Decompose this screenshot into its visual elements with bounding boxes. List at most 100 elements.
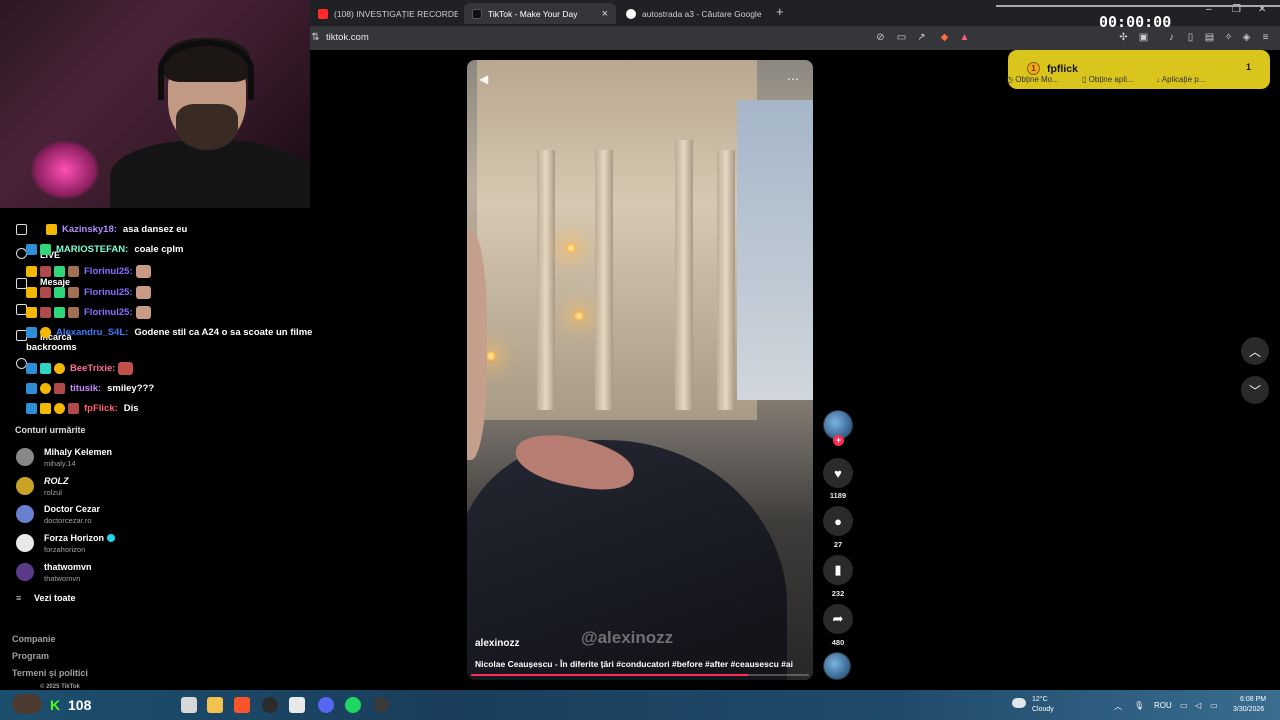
site-info-icon[interactable]: ⇅ [310,32,321,43]
following-account[interactable]: ROLZ rolzul [16,476,276,500]
fpflick-action[interactable]: ↓ Aplicație p... [1156,75,1205,84]
video-progress-fill [471,674,749,676]
account-handle: doctorcezar.ro [44,516,92,525]
chat-username[interactable]: Florinul25: [84,266,133,277]
column [595,150,613,410]
store-icon[interactable] [289,697,305,713]
coin-badge-icon [40,327,51,338]
clock-icon: ◷ [1006,75,1016,84]
footer-link-terms[interactable]: Termeni și politici [12,668,88,678]
file-explorer-icon[interactable] [207,697,223,713]
fpflick-action[interactable]: ▯ Obține apli... [1082,75,1134,84]
chat-username[interactable]: Alexandru_S4L: [56,327,128,338]
comment-icon: ● [834,513,842,529]
chat-username[interactable]: Florinul25: [84,287,133,298]
share-button[interactable]: ➦ [823,604,853,634]
following-account[interactable]: thatwomvn thatwomvn [16,562,276,586]
screenshot-icon[interactable]: ▣ [1138,32,1149,43]
display-icon[interactable]: ▭ [1180,701,1188,710]
leo-icon[interactable]: ✧ [1223,32,1234,43]
chevron-down-icon: ﹀ [1248,383,1261,398]
share-arrow-icon: ➦ [832,611,844,626]
cast-icon[interactable]: ▭ [896,32,907,43]
task-view-icon[interactable] [181,697,197,713]
see-all-button[interactable]: ≡ Vezi toate [16,593,76,603]
obs-icon[interactable] [373,697,389,713]
following-account[interactable]: Doctor Cezar doctorcezar.ro [16,504,276,528]
clock-time[interactable]: 6:08 PM [1240,696,1266,703]
chat-username[interactable]: fpFlick: [84,403,118,414]
more-options-icon[interactable]: ⋯ [787,72,799,86]
speaker-icon[interactable]: ◁ [1195,701,1201,710]
tray-chevron-icon[interactable]: ︿ [1114,701,1122,712]
account-handle: thatwomvn [44,574,81,583]
chat-username[interactable]: titusik: [70,383,101,394]
tab-google[interactable]: autostrada a3 - Căutare Google [618,3,768,24]
menu-icon[interactable]: ≡ [1260,32,1271,43]
sub-badge-icon [40,266,51,277]
microphone-icon[interactable]: 🎙 [1134,701,1144,710]
weather-temperature[interactable]: 12°C [1032,696,1048,703]
list-icon: ≡ [16,593,22,603]
vpn-icon[interactable]: ◈ [1241,32,1252,43]
comment-count: 27 [833,540,843,549]
fpflick-action[interactable]: ◷ Obține Mo... [1006,75,1059,84]
extensions-icon[interactable]: ✣ [1118,32,1129,43]
tab-youtube[interactable]: (108) INVESTIGAȚIE RECORDER, Și în [310,3,458,24]
clock-date[interactable]: 3/30/2026 [1233,706,1264,713]
steam-icon[interactable] [262,697,278,713]
chat-username[interactable]: MARIOSTEFAN: [56,244,128,255]
brave-browser-icon[interactable] [234,697,250,713]
chat-text: coale cplm [134,244,184,255]
video-progress-bar[interactable] [471,674,809,676]
following-account[interactable]: Forza Horizon forzahorizon [16,533,276,557]
chat-username[interactable]: BeeTrixie: [70,363,115,374]
video-player[interactable]: ◀ ⋯ @alexinozz alexinozz Nicolae Ceaușes… [467,60,813,680]
save-button[interactable]: ▮ [823,555,853,585]
account-name: ROLZ [44,476,69,486]
share-icon[interactable]: ↗ [916,32,927,43]
chat-text: Dis [123,403,139,414]
no-tracking-icon[interactable]: ⊘ [875,32,886,43]
stream-chat: Kazinsky18: asa dansez eu MARIOSTEFAN: c… [0,200,340,425]
wallet-icon[interactable]: ▤ [1204,32,1215,43]
like-button[interactable]: ♥ [823,458,853,488]
weather-description[interactable]: Cloudy [1032,706,1054,713]
tab-tiktok[interactable]: TikTok - Make Your Day × [464,3,616,24]
youtube-icon [318,8,328,19]
side-building [737,100,813,400]
chat-message: MARIOSTEFAN: coale cplm [26,244,183,255]
discord-icon[interactable] [318,697,334,713]
brave-shield-icon[interactable]: ◆ [939,32,950,43]
chat-username[interactable]: Florinul25: [84,307,133,318]
following-account[interactable]: Mihaly Kelemen mihaly.14 [16,447,276,471]
follow-plus-icon[interactable]: + [833,435,844,446]
sidebar-icon[interactable]: ▯ [1185,32,1196,43]
close-tab-icon[interactable]: × [602,8,608,20]
chat-message: Florinul25: [26,286,151,299]
battery-icon[interactable]: ▭ [1210,701,1218,710]
next-video-button[interactable]: ﹀ [1241,376,1269,404]
media-icon[interactable]: ♪ [1166,32,1177,43]
emote-icon [135,286,151,299]
mod-badge-icon [26,403,37,414]
chat-message-continuation: backrooms [26,342,77,353]
spotify-icon[interactable] [345,697,361,713]
url-field[interactable]: tiktok.com [326,32,369,43]
brave-rewards-icon[interactable]: ▲ [959,32,970,43]
footer-link-program[interactable]: Program [12,651,49,661]
street-lamp [573,310,585,322]
sound-avatar[interactable] [823,652,851,680]
comment-button[interactable]: ● [823,506,853,536]
previous-video-button[interactable]: ︿ [1241,337,1269,365]
new-tab-button[interactable]: + [776,4,784,19]
chat-username[interactable]: Kazinsky18: [62,224,117,235]
volume-icon[interactable]: ◀ [479,72,488,86]
language-indicator[interactable]: ROU [1154,701,1172,710]
video-author[interactable]: alexinozz [475,638,519,649]
video-description[interactable]: Nicolae Ceaușescu - În diferite țări #co… [475,659,811,669]
screen: (108) INVESTIGAȚIE RECORDER, Și în TikTo… [0,0,1280,720]
footer-link-company[interactable]: Companie [12,634,56,644]
heart-icon: ♥ [834,465,842,481]
coin-badge-icon [54,363,65,374]
